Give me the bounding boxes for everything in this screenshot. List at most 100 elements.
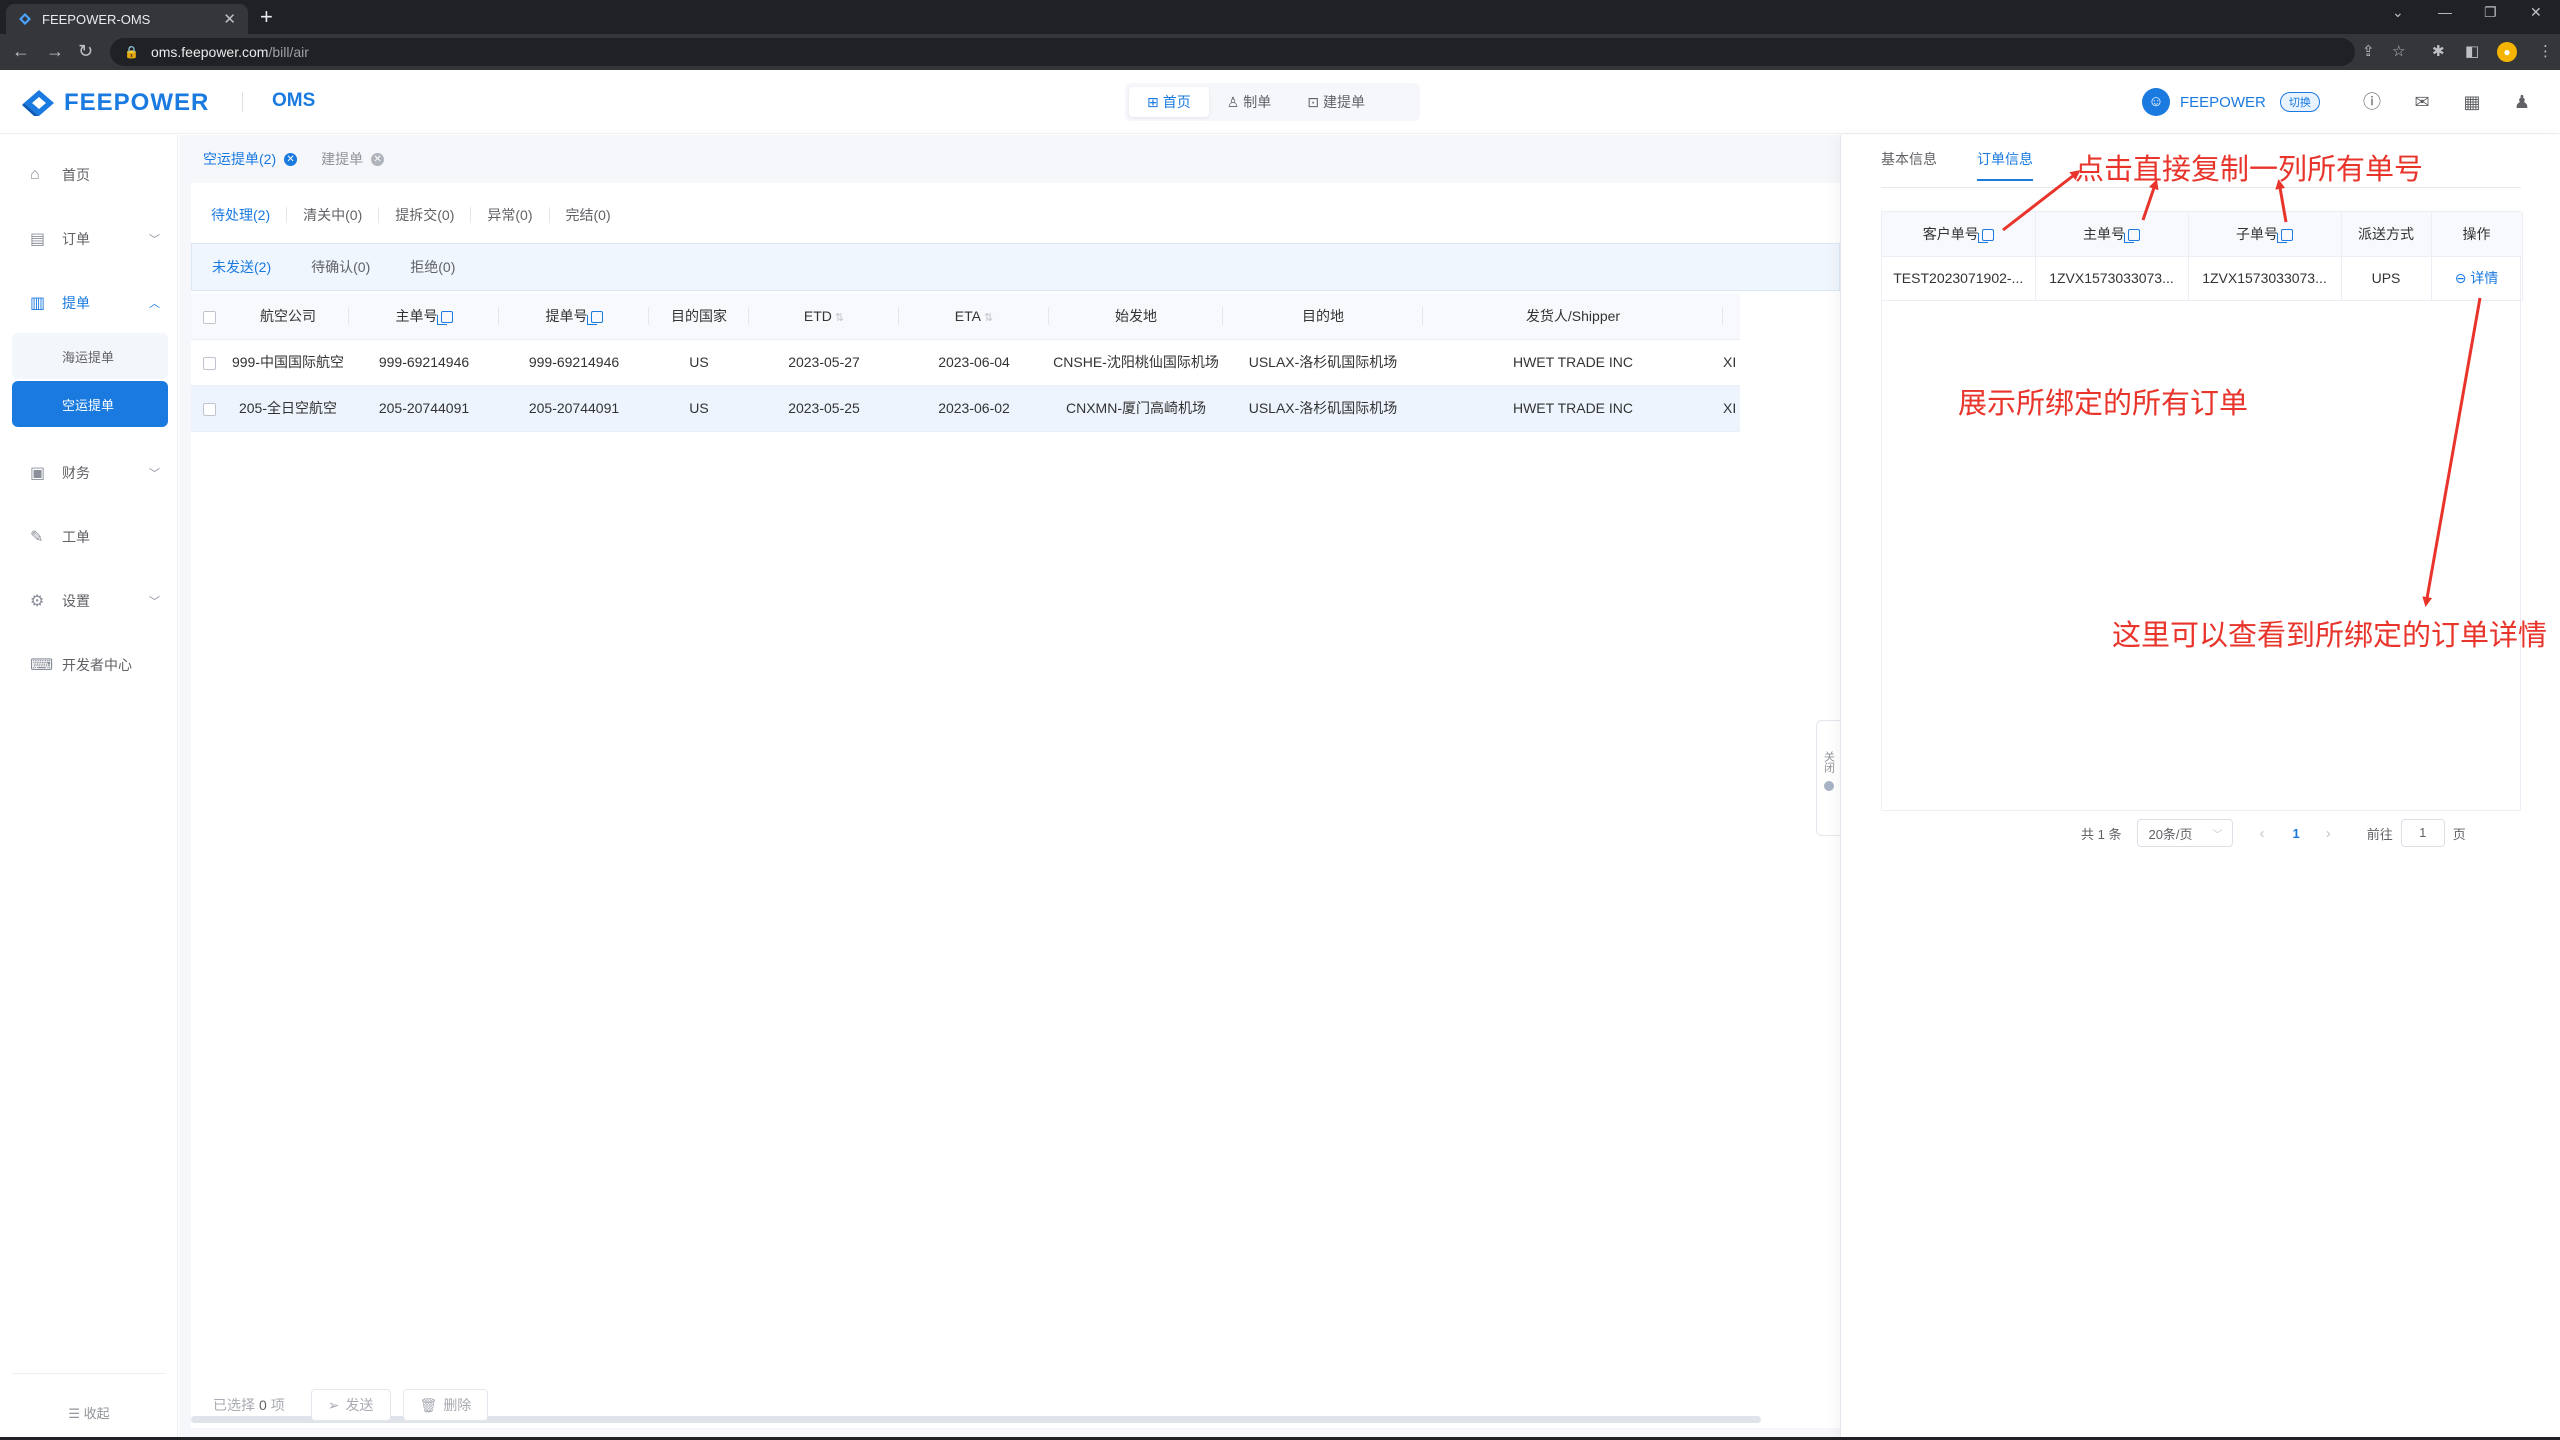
- feepower-favicon-icon: [19, 13, 31, 25]
- delete-button[interactable]: 🗑 删除: [402, 1389, 489, 1421]
- share-icon[interactable]: ⇪: [2362, 43, 2375, 61]
- message-icon[interactable]: ✉: [2410, 90, 2434, 114]
- help-icon[interactable]: ⓘ: [2360, 90, 2384, 114]
- tab-basic-info[interactable]: 基本信息: [1881, 149, 1937, 181]
- switch-account-button[interactable]: 切换: [2279, 92, 2320, 112]
- copy-icon[interactable]: [586, 311, 603, 326]
- url-field[interactable]: 🔒 oms.feepower.com /bill/air: [110, 38, 2355, 66]
- back-icon[interactable]: ←: [12, 41, 30, 61]
- select-all-cell[interactable]: [191, 293, 227, 340]
- browser-menu-icon[interactable]: ⋮: [2538, 43, 2553, 61]
- page-size-select[interactable]: 20条/页 ﹀: [2137, 819, 2234, 847]
- current-page[interactable]: 1: [2292, 826, 2299, 841]
- bookmark-star-icon[interactable]: ☆: [2392, 43, 2405, 61]
- row-checkbox[interactable]: [202, 402, 216, 416]
- copy-icon[interactable]: [2277, 229, 2293, 244]
- page-tab-create-bill[interactable]: 建提单 ✕: [321, 149, 385, 169]
- sidebar-item-developer[interactable]: ⌨ 开发者中心: [0, 645, 178, 685]
- window-close-icon[interactable]: ✕: [2530, 4, 2542, 21]
- order-icon: ▤: [30, 231, 46, 248]
- close-icon[interactable]: ✕: [284, 152, 298, 166]
- row-checkbox[interactable]: [202, 356, 216, 370]
- tab-search-icon[interactable]: ⌄: [2392, 4, 2404, 21]
- status-tabs: 待处理(2) 清关中(0) 提拆交(0) 异常(0) 完结(0): [211, 207, 627, 223]
- drawer-close-handle[interactable]: 关闭: [1816, 720, 1840, 836]
- select-all-checkbox[interactable]: [202, 310, 216, 324]
- url-host: oms.feepower.com: [150, 44, 269, 60]
- sidebar-item-label: 设置: [62, 593, 90, 609]
- top-nav-make-order[interactable]: ♙ 制单: [1209, 87, 1290, 117]
- page-tab-air-bill[interactable]: 空运提单(2) ✕: [203, 149, 298, 169]
- top-nav-label: 建提单: [1323, 94, 1366, 110]
- reload-icon[interactable]: ↻: [78, 41, 93, 61]
- cell-master-no: 1ZVX1573033073...: [2035, 256, 2189, 301]
- forward-icon[interactable]: →: [46, 41, 64, 61]
- sort-icon[interactable]: ⇅: [984, 312, 993, 324]
- top-nav-home[interactable]: ⊞ 首页: [1129, 87, 1209, 117]
- new-tab-button[interactable]: +: [260, 4, 273, 30]
- calendar-icon[interactable]: ▦: [2460, 90, 2484, 114]
- column-header[interactable]: ETA ⇅: [899, 293, 1049, 340]
- pagination-total: 共 1 条: [2081, 826, 2122, 842]
- sidebar-item-ticket[interactable]: ✎ 工单: [0, 517, 178, 557]
- stamp-icon: ♙: [1226, 93, 1240, 110]
- copy-icon[interactable]: [2124, 229, 2140, 244]
- column-header[interactable]: ETD ⇅: [749, 293, 899, 340]
- cell-overflow: XI: [1723, 339, 1740, 386]
- sidebar-sub-air-bill[interactable]: 空运提单: [12, 381, 168, 427]
- status-tab-done[interactable]: 完结(0): [550, 207, 627, 223]
- prev-page-icon[interactable]: ‹: [2259, 825, 2264, 842]
- browser-tab[interactable]: FEEPOWER-OMS ✕: [6, 4, 248, 34]
- logo[interactable]: FEEPOWER: [22, 88, 209, 118]
- next-page-icon[interactable]: ›: [2326, 825, 2331, 842]
- side-panel-icon[interactable]: ◧: [2465, 43, 2479, 61]
- column-label: 目的地: [1302, 307, 1344, 324]
- sub-tab-rejected[interactable]: 拒绝(0): [410, 257, 455, 277]
- account-icon[interactable]: ♟: [2510, 90, 2534, 114]
- sort-icon[interactable]: ⇅: [835, 312, 844, 324]
- app-header: FEEPOWER OMS ⊞ 首页 ♙ 制单 ⊡ 建提单 ☺ FEEPOWER …: [0, 70, 2560, 134]
- table-row[interactable]: 999-中国国际航空 999-69214946 999-69214946 US …: [191, 339, 1740, 386]
- status-tab-pending[interactable]: 待处理(2): [211, 207, 288, 223]
- column-header-overflow: [1723, 293, 1740, 340]
- minimize-icon[interactable]: —: [2438, 4, 2452, 20]
- profile-avatar-icon[interactable]: ●: [2497, 42, 2517, 62]
- send-button[interactable]: ➢ 发送: [310, 1389, 391, 1421]
- cell-master-no: 205-20744091: [349, 385, 499, 432]
- sidebar-item-settings[interactable]: ⚙ 设置 ﹀: [0, 581, 178, 621]
- table-row[interactable]: 205-全日空航空 205-20744091 205-20744091 US 2…: [191, 385, 1740, 432]
- top-nav: ⊞ 首页 ♙ 制单 ⊡ 建提单: [1125, 83, 1420, 121]
- goto-page-input[interactable]: 1: [2400, 819, 2445, 847]
- close-icon[interactable]: ✕: [371, 152, 385, 166]
- column-header: 主单号: [349, 293, 499, 340]
- sub-tab-to-confirm[interactable]: 待确认(0): [311, 257, 370, 277]
- column-header: 提单号: [499, 293, 649, 340]
- sub-tab-unsent[interactable]: 未发送(2): [212, 257, 271, 277]
- column-label: 目的国家: [671, 307, 727, 324]
- status-tab-exception[interactable]: 异常(0): [471, 207, 550, 223]
- tab-close-icon[interactable]: ✕: [223, 10, 236, 28]
- row-select-cell[interactable]: [191, 385, 227, 432]
- copy-icon[interactable]: [436, 311, 453, 326]
- top-nav-create-bill[interactable]: ⊡ 建提单: [1289, 87, 1383, 117]
- user-area[interactable]: ☺ FEEPOWER 切换: [2142, 88, 2320, 116]
- sidebar-collapse-button[interactable]: ☰ 收起: [0, 1403, 178, 1422]
- sidebar-item-home[interactable]: ⌂ 首页: [0, 155, 178, 195]
- copy-icon[interactable]: [1977, 229, 1994, 244]
- status-tab-pickup[interactable]: 提拆交(0): [379, 207, 472, 223]
- restore-icon[interactable]: ❐: [2484, 4, 2497, 21]
- cell-airline: 205-全日空航空: [227, 385, 349, 432]
- sidebar-item-finance[interactable]: ▣ 财务 ﹀: [0, 453, 178, 493]
- row-select-cell[interactable]: [191, 339, 227, 386]
- tab-order-info[interactable]: 订单信息: [1977, 149, 2033, 181]
- extensions-icon[interactable]: ✱: [2432, 43, 2445, 61]
- sidebar-sub-sea-bill[interactable]: 海运提单: [12, 333, 168, 379]
- sidebar-item-bill[interactable]: ▥ 提单 ︿: [0, 283, 178, 323]
- detail-link[interactable]: ⊖ 详情: [2455, 270, 2499, 286]
- sidebar-item-order[interactable]: ▤ 订单 ﹀: [0, 219, 178, 259]
- cell-shipper: HWET TRADE INC: [1423, 339, 1723, 386]
- column-header: 目的地: [1223, 293, 1423, 340]
- column-header: 航空公司: [227, 293, 349, 340]
- status-tab-customs[interactable]: 清关中(0): [287, 207, 380, 223]
- chevron-down-icon: ﹀: [149, 234, 160, 246]
